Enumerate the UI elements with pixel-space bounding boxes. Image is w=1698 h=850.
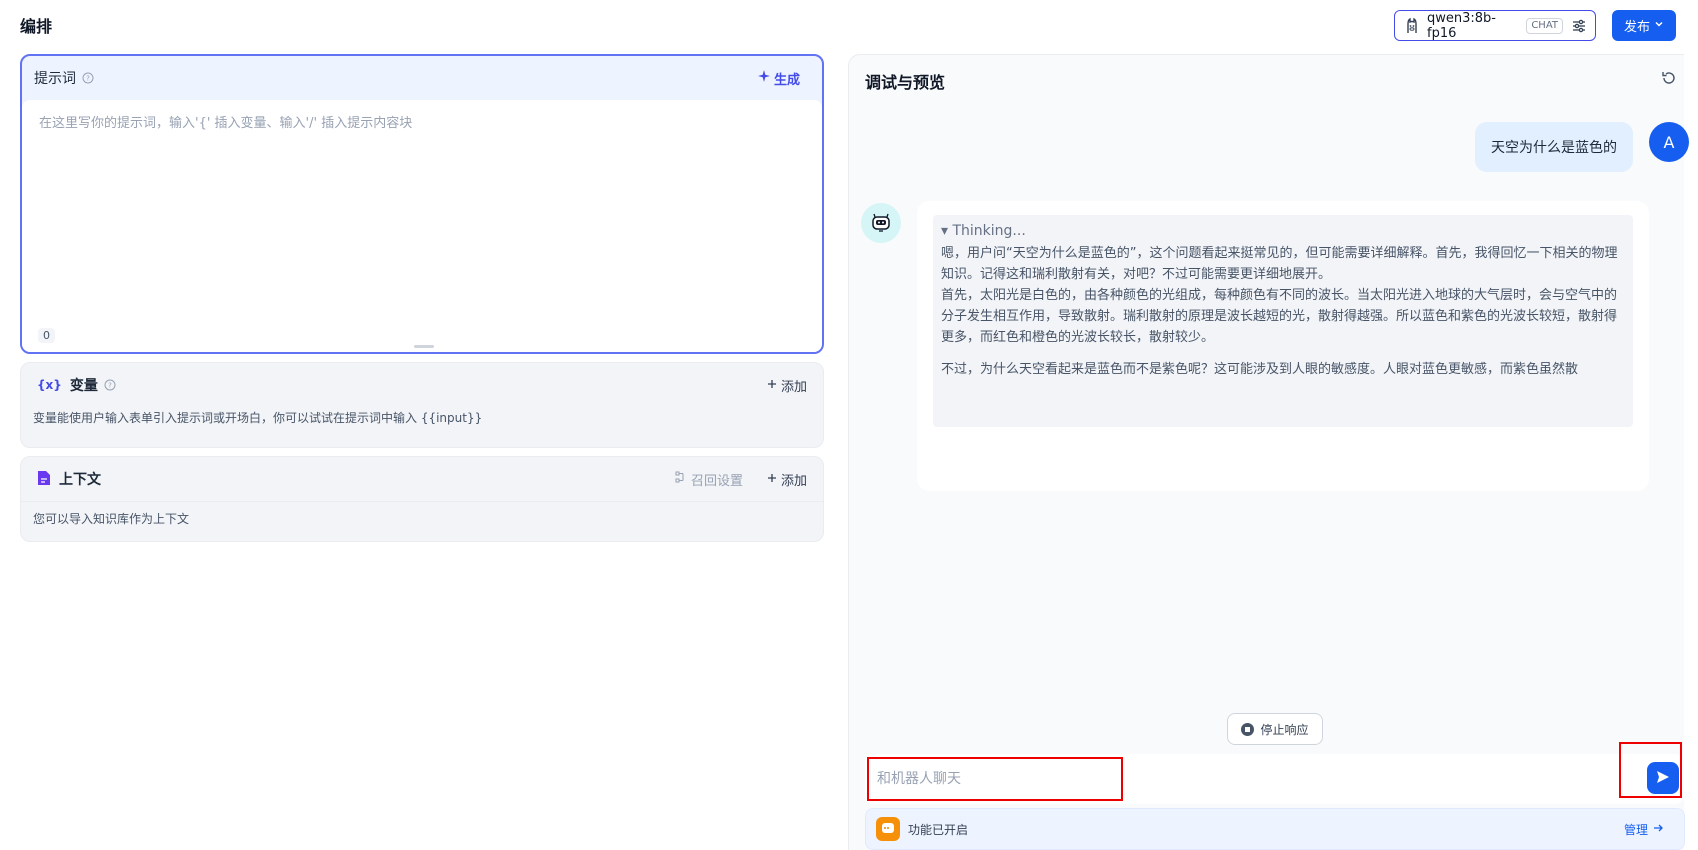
- resize-handle[interactable]: [414, 345, 434, 348]
- prompt-textarea[interactable]: [39, 112, 799, 322]
- send-highlight: [1619, 742, 1682, 798]
- context-description: 您可以导入知识库作为上下文: [33, 512, 190, 526]
- prompt-title: 提示词: [34, 71, 76, 87]
- variables-description: 变量能使用户输入表单引入提示词或开场白，你可以试试在提示词中输入 {{input…: [33, 411, 483, 425]
- feature-enabled-label: 功能已开启: [908, 822, 969, 837]
- add-context-button[interactable]: 添加: [767, 470, 807, 489]
- document-icon: [37, 470, 51, 489]
- stop-response-label: 停止响应: [1260, 722, 1309, 737]
- variable-icon: {x}: [37, 378, 62, 392]
- plus-icon: [767, 472, 777, 487]
- add-variable-label: 添加: [780, 379, 807, 395]
- llama-icon: [1403, 17, 1421, 35]
- thinking-paragraph: 首先，太阳光是白色的，由各种颜色的光组成，每种颜色有不同的波长。当太阳光进入地球…: [941, 288, 1618, 345]
- variables-title: 变量: [69, 378, 98, 394]
- model-mode-badge: CHAT: [1526, 17, 1563, 34]
- model-name: qwen3:8b-fp16: [1427, 10, 1496, 41]
- thinking-paragraph: 嗯，用户问“天空为什么是蓝色的”，这个问题看起来挺常见的，但可能需要详细解释。首…: [941, 246, 1618, 282]
- chat-input-highlight: [867, 757, 1123, 801]
- top-bar: 编排 qwen3:8b-fp16 CHAT 发布: [0, 0, 1698, 50]
- thinking-paragraph: 不过，为什么天空看起来是蓝色而不是紫色呢？这可能涉及到人眼的敏感度。人眼对蓝色更…: [941, 362, 1579, 377]
- prompt-panel: 提示词 ? 生成 0: [20, 54, 824, 354]
- svg-text:?: ?: [108, 382, 112, 390]
- feature-bar: 功能已开启 管理: [865, 808, 1685, 850]
- thinking-content: 嗯，用户问“天空为什么是蓝色的”，这个问题看起来挺常见的，但可能需要详细解释。首…: [941, 243, 1625, 380]
- chat-input[interactable]: [877, 765, 1107, 793]
- svg-text:?: ?: [86, 75, 90, 83]
- send-button[interactable]: [1647, 762, 1679, 794]
- context-actions: 召回设置 添加: [675, 470, 807, 489]
- publish-button[interactable]: 发布: [1612, 10, 1676, 41]
- arrow-right-icon: [1652, 822, 1664, 837]
- generate-label: 生成: [773, 72, 800, 88]
- variables-actions: 添加: [767, 376, 807, 395]
- context-title: 上下文: [59, 472, 101, 488]
- context-header: 上下文 召回设置 添加: [21, 457, 823, 501]
- bot-message: ▾ Thinking... 嗯，用户问“天空为什么是蓝色的”，这个问题看起来挺常…: [917, 201, 1649, 491]
- recall-settings-button[interactable]: 召回设置: [675, 470, 743, 489]
- help-icon[interactable]: ?: [82, 72, 94, 84]
- page-title: 编排: [20, 17, 53, 36]
- user-avatar: A: [1649, 122, 1689, 162]
- add-context-label: 添加: [780, 473, 807, 489]
- generate-button[interactable]: 生成: [757, 69, 800, 88]
- sparkle-icon: [757, 70, 770, 86]
- recall-settings-label: 召回设置: [690, 473, 743, 489]
- bot-avatar-icon: [861, 203, 901, 243]
- sliders-icon[interactable]: [1571, 18, 1587, 34]
- thinking-block: ▾ Thinking... 嗯，用户问“天空为什么是蓝色的”，这个问题看起来挺常…: [933, 215, 1633, 427]
- prompt-header: 提示词 ? 生成: [22, 56, 822, 100]
- variables-header: {x} 变量 ? 添加: [21, 363, 823, 407]
- stop-icon: [1241, 722, 1255, 736]
- refresh-icon[interactable]: [1661, 70, 1677, 86]
- plus-icon: [767, 378, 777, 393]
- prompt-body: 0: [22, 100, 822, 352]
- variables-panel: {x} 变量 ? 添加 变量能使用户输入表单引入提示词或开场白，你可以试试在提示…: [20, 362, 824, 448]
- char-count: 0: [38, 328, 55, 343]
- manage-label: 管理: [1623, 822, 1648, 837]
- chevron-down-icon: [1654, 18, 1664, 33]
- manage-link[interactable]: 管理: [1624, 821, 1664, 838]
- help-icon[interactable]: ?: [104, 379, 116, 391]
- thinking-toggle[interactable]: ▾ Thinking...: [941, 223, 1625, 239]
- debug-title: 调试与预览: [865, 73, 946, 92]
- user-message: 天空为什么是蓝色的: [1475, 122, 1633, 172]
- quote-icon: [876, 817, 900, 841]
- debug-preview-panel: 调试与预览 天空为什么是蓝色的 A ▾ Thinking... 嗯，用户问“天空…: [848, 54, 1689, 850]
- send-icon: [1656, 769, 1670, 788]
- context-panel: 上下文 召回设置 添加 您可以导入知识库作为上下文: [20, 456, 824, 542]
- publish-label: 发布: [1623, 20, 1650, 35]
- settings-nodes-icon: [675, 471, 687, 487]
- add-variable-button[interactable]: 添加: [767, 376, 807, 395]
- stop-response-button[interactable]: 停止响应: [1227, 713, 1323, 745]
- model-selector[interactable]: qwen3:8b-fp16 CHAT: [1394, 10, 1596, 41]
- divider: [21, 501, 823, 502]
